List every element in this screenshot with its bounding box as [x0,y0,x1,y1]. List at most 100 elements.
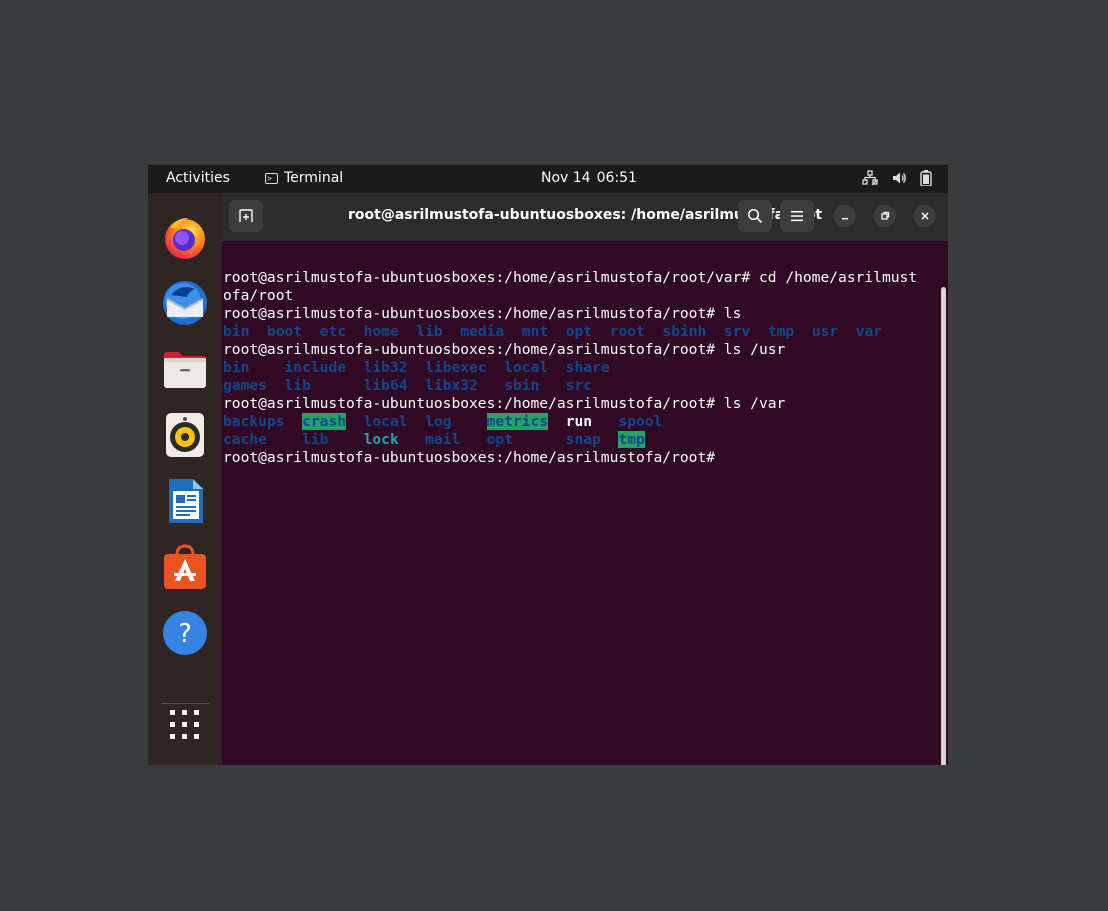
app-menu-button[interactable]: > Terminal [265,170,343,186]
hamburger-menu-icon [791,211,803,222]
maximize-button[interactable] [874,205,896,227]
terminal-line: root@asrilmustofa-ubuntuosboxes:/home/as… [223,269,935,287]
directory-entry: tmp [767,323,795,340]
directory-entry: src [565,377,593,394]
terminal-scrollbar[interactable] [941,287,946,765]
directory-entry: opt [565,323,593,340]
battery-icon [920,170,932,186]
app-menu-label: Terminal [284,170,344,186]
restore-icon [881,211,890,220]
terminal-line: bin boot etc home lib media mnt opt root… [223,323,935,341]
search-button[interactable] [738,200,772,232]
directory-entry: var [855,323,883,340]
directory-entry: lib [284,377,311,394]
terminal-output: root@asrilmustofa-ubuntuosboxes:/home/as… [223,269,935,467]
menu-button[interactable] [780,200,814,232]
terminal-text: root@asrilmustofa-ubuntuosboxes:/home/as… [223,305,742,322]
terminal-line: root@asrilmustofa-ubuntuosboxes:/home/as… [223,449,935,467]
directory-entry: lock [363,431,399,448]
directory-entry: log [425,413,452,430]
dock-rhythmbox[interactable] [161,411,209,459]
dock-ubuntu-software[interactable] [161,543,209,591]
directory-entry: lib32 [363,359,408,376]
directory-entry: lib [302,431,329,448]
directory-entry: libexec [425,359,487,376]
terminal-text: root@asrilmustofa-ubuntuosboxes:/home/as… [223,449,724,466]
dock-firefox[interactable] [161,213,209,261]
terminal-line: ofa/root [223,287,935,305]
dock-libreoffice-writer[interactable] [161,477,209,525]
directory-entry: opt [486,431,513,448]
system-status-menu[interactable] [862,170,932,186]
writer-icon [169,479,203,523]
directory-entry: root [609,323,645,340]
software-icon [164,544,206,589]
help-icon: ? [163,611,207,655]
directory-entry: metrics [486,413,549,430]
activities-button[interactable]: Activities [166,170,230,186]
directory-entry: libx32 [425,377,478,394]
directory-entry: mnt [521,323,549,340]
firefox-icon [165,218,205,259]
terminal-view[interactable]: root@asrilmustofa-ubuntuosboxes:/home/as… [222,241,948,765]
directory-entry: boot [266,323,303,340]
terminal-line: root@asrilmustofa-ubuntuosboxes:/home/as… [223,341,935,359]
terminal-window: root@asrilmustofa-ubuntuosboxes: /home/a… [222,193,948,765]
dock-files[interactable] [161,345,209,393]
directory-entry: local [504,359,549,376]
directory-entry: etc [319,323,347,340]
search-icon [747,208,763,224]
terminal-line: games lib lib64 libx32 sbin src [223,377,935,395]
directory-entry: mail [425,431,461,448]
network-icon [862,170,878,186]
desktop-screen: Activities > Terminal Nov 14 06:51 ? roo… [148,165,948,765]
directory-entry: bin [223,323,250,340]
dock: ? [148,193,222,765]
files-icon [164,352,206,388]
minimize-icon [842,218,848,220]
terminal-line: root@asrilmustofa-ubuntuosboxes:/home/as… [223,395,935,413]
terminal-line: root@asrilmustofa-ubuntuosboxes:/home/as… [223,305,935,323]
show-applications-button[interactable] [161,701,209,749]
terminal-app-icon: > [265,172,278,184]
clock-button[interactable]: Nov 14 06:51 [541,170,637,186]
directory-entry: cache [223,431,267,448]
directory-entry: spool [618,413,663,430]
header-bar: root@asrilmustofa-ubuntuosboxes: /home/a… [222,193,948,241]
thunderbird-icon [163,281,207,325]
directory-entry: sbin [504,377,540,394]
directory-entry: usr [811,323,839,340]
dock-thunderbird[interactable] [161,279,209,327]
directory-entry: games [223,377,267,394]
close-button[interactable] [914,205,936,227]
directory-entry: snap [565,431,601,448]
dock-help[interactable]: ? [161,609,209,657]
directory-entry: home [363,323,399,340]
minimize-button[interactable] [834,205,856,227]
directory-entry: local [363,413,408,430]
